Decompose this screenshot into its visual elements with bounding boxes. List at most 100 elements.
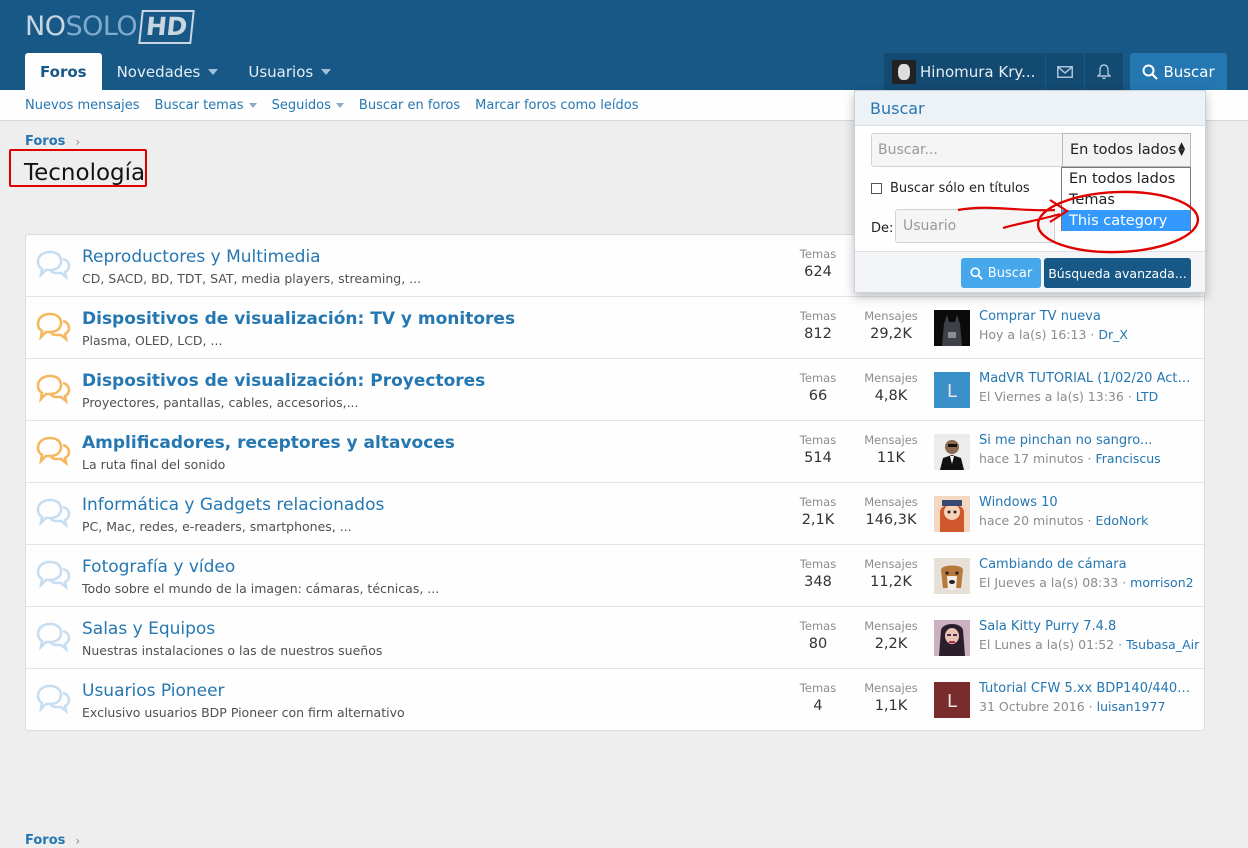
last-post-time: El Lunes a la(s) 01:52	[979, 637, 1115, 652]
last-post-user-link[interactable]: Tsubasa_Air	[1126, 637, 1199, 652]
subnav-search-forums[interactable]: Buscar en foros	[359, 98, 460, 113]
messages-count: 11K	[877, 450, 905, 466]
last-post-title-link[interactable]: Windows 10	[979, 495, 1194, 510]
last-post-title-link[interactable]: Sala Kitty Purry 7.4.8	[979, 619, 1194, 634]
threads-count: 2,1K	[801, 512, 835, 528]
avatar[interactable]	[934, 310, 970, 346]
last-post-title-link[interactable]: MadVR TUTORIAL (1/02/20 Actualizado)	[979, 371, 1194, 386]
tab-usuarios[interactable]: Usuarios	[233, 53, 346, 90]
option-this-category[interactable]: This category	[1062, 210, 1190, 231]
forum-title-link[interactable]: Usuarios Pioneer	[82, 681, 225, 701]
breadcrumb-link-foros[interactable]: Foros	[25, 134, 65, 149]
forum-description: Todo sobre el mundo de la imagen: cámara…	[82, 581, 440, 596]
forum-messages-stat: Mensajes 29,2K	[851, 309, 931, 342]
subnav-new-posts[interactable]: Nuevos mensajes	[25, 98, 140, 113]
forum-row: Usuarios Pioneer Exclusivo usuarios BDP …	[26, 669, 1204, 731]
option-threads[interactable]: Temas	[1062, 189, 1190, 210]
last-post-title-link[interactable]: Cambiando de cámara	[979, 557, 1194, 572]
alerts-button[interactable]	[1085, 53, 1125, 90]
subnav-find-threads[interactable]: Buscar temas	[155, 98, 257, 113]
chevron-down-icon	[248, 102, 257, 108]
forum-title-link[interactable]: Dispositivos de visualización: Proyector…	[82, 371, 485, 391]
envelope-icon	[1057, 65, 1074, 78]
last-post-user-link[interactable]: morrison2	[1130, 575, 1193, 590]
last-post-meta: El Viernes a la(s) 13:36 · LTD	[979, 389, 1159, 404]
svg-text:L: L	[947, 381, 957, 402]
forum-messages-stat: Mensajes 4,8K	[851, 371, 931, 404]
messages-count: 146,3K	[865, 512, 917, 528]
last-post-user-link[interactable]: EdoNork	[1095, 513, 1148, 528]
last-post-title-link[interactable]: Si me pinchan no sangro...	[979, 433, 1194, 448]
user-field[interactable]: Usuario	[895, 209, 1055, 243]
tab-novedades-label: Novedades	[116, 62, 201, 81]
avatar[interactable]: L	[934, 682, 970, 718]
threads-count: 4	[813, 698, 823, 714]
last-post-meta: hace 20 minutos · EdoNork	[979, 513, 1149, 528]
search-toggle-label: Buscar	[1163, 62, 1215, 81]
forum-title-link[interactable]: Informática y Gadgets relacionados	[82, 495, 384, 515]
avatar[interactable]: L	[934, 372, 970, 408]
last-post-time: El Jueves a la(s) 08:33	[979, 575, 1119, 590]
option-everywhere[interactable]: En todos lados	[1062, 168, 1190, 189]
search-toggle-button[interactable]: Buscar	[1130, 53, 1227, 90]
account-button[interactable]: Hinomura Kry...	[884, 53, 1047, 90]
main-nav: Foros Novedades Usuarios	[25, 53, 346, 90]
forum-threads-stat: Temas 812	[778, 309, 858, 342]
tab-novedades[interactable]: Novedades	[102, 53, 234, 90]
forum-title-link[interactable]: Fotografía y vídeo	[82, 557, 235, 577]
titles-only-checkbox[interactable]: Buscar sólo en títulos	[871, 181, 1030, 196]
forum-title-link[interactable]: Reproductores y Multimedia	[82, 247, 321, 267]
search-submit-button[interactable]: Buscar	[961, 258, 1041, 288]
threads-label: Temas	[799, 557, 837, 571]
last-post-user-link[interactable]: Dr_X	[1098, 327, 1128, 342]
advanced-search-button[interactable]: Búsqueda avanzada...	[1044, 258, 1191, 288]
avatar[interactable]	[934, 434, 970, 470]
subnav-watched[interactable]: Seguidos	[272, 98, 344, 113]
avatar	[892, 59, 916, 84]
search-icon	[1142, 64, 1159, 80]
messages-label: Mensajes	[864, 619, 918, 633]
subnav-new-posts-label: Nuevos mensajes	[25, 97, 140, 113]
bell-icon	[1097, 63, 1112, 79]
subnav-watched-label: Seguidos	[271, 97, 331, 113]
footer-breadcrumb: Foros ›	[25, 833, 80, 848]
forum-title-link[interactable]: Dispositivos de visualización: TV y moni…	[82, 309, 515, 329]
search-scope-select[interactable]: En todos lados ▲ ▼	[1062, 133, 1191, 167]
last-post-time: hace 20 minutos	[979, 513, 1084, 528]
search-scope-value: En todos lados	[1070, 142, 1177, 158]
last-post-user-link[interactable]: luisan1977	[1097, 699, 1166, 714]
footer-breadcrumb-foros[interactable]: Foros	[25, 833, 65, 848]
search-scope-options: En todos lados Temas This category	[1061, 167, 1191, 231]
search-input-placeholder: Buscar...	[878, 142, 938, 158]
search-menu-title: Buscar	[855, 91, 1205, 126]
site-logo[interactable]: NOSOLO HD	[25, 7, 195, 47]
last-post-user-link[interactable]: LTD	[1136, 389, 1159, 404]
forum-description: La ruta final del sonido	[82, 457, 226, 472]
inbox-button[interactable]	[1046, 53, 1086, 90]
avatar[interactable]	[934, 558, 970, 594]
tab-foros[interactable]: Foros	[25, 53, 102, 90]
forum-row: Fotografía y vídeo Todo sobre el mundo d…	[26, 545, 1204, 607]
subnav-search-forums-label: Buscar en foros	[358, 97, 461, 113]
search-input[interactable]: Buscar...	[871, 133, 1063, 167]
last-post-user-link[interactable]: Franciscus	[1095, 451, 1160, 466]
last-post-title-link[interactable]: Tutorial CFW 5.xx BDP140/440/150/450	[979, 681, 1194, 696]
titles-only-label: Buscar sólo en títulos	[890, 181, 1030, 196]
search-icon	[970, 266, 983, 280]
messages-label: Mensajes	[864, 495, 918, 509]
last-post-time: Hoy a la(s) 16:13	[979, 327, 1087, 342]
search-menu-footer: Buscar Búsqueda avanzada...	[855, 251, 1205, 292]
forum-title-link[interactable]: Amplificadores, receptores y altavoces	[82, 433, 455, 453]
avatar[interactable]	[934, 496, 970, 532]
logo-text-solo: SOLO	[65, 11, 138, 42]
forum-title-link[interactable]: Salas y Equipos	[82, 619, 215, 639]
annotation-red-box	[9, 149, 147, 187]
avatar[interactable]	[934, 620, 970, 656]
subnav-mark-read[interactable]: Marcar foros como leídos	[475, 98, 638, 113]
last-post-title-link[interactable]: Comprar TV nueva	[979, 309, 1194, 324]
forum-messages-stat: Mensajes 1,1K	[851, 681, 931, 714]
messages-label: Mensajes	[864, 433, 918, 447]
last-post-time: hace 17 minutos	[979, 451, 1084, 466]
forum-messages-stat: Mensajes 11K	[851, 433, 931, 466]
forum-threads-stat: Temas 4	[778, 681, 858, 714]
